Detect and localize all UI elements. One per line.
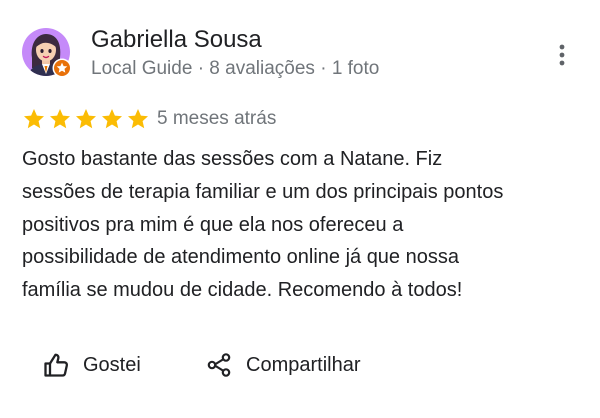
local-guide-label: Local Guide — [91, 58, 193, 79]
reviewer-name[interactable]: Gabriella Sousa — [91, 24, 262, 56]
share-icon — [207, 353, 231, 377]
star-icon — [24, 109, 44, 129]
review-text-line: família se mudou de cidade. Recomendo à … — [22, 279, 463, 302]
meta-separator: · — [197, 58, 205, 79]
review-card: Gabriella Sousa Local Guide · 8 avaliaçõ… — [0, 0, 600, 418]
photo-count: 1 foto — [331, 58, 380, 79]
share-label: Compartilhar — [246, 354, 361, 376]
star-icon — [76, 109, 96, 129]
review-date: 5 meses atrás — [157, 108, 277, 129]
reviewer-meta: Local Guide · 8 avaliações · 1 foto — [91, 55, 379, 83]
like-label: Gostei — [83, 354, 141, 376]
local-guide-badge-icon — [52, 58, 72, 78]
review-text: Gosto bastante das sessões com a Natane.… — [22, 143, 578, 307]
like-button[interactable]: Gostei — [42, 348, 141, 382]
thumb-up-icon — [44, 353, 69, 377]
star-rating — [22, 108, 150, 130]
share-button[interactable]: Compartilhar — [205, 348, 360, 382]
review-text-line: Gosto bastante das sessões com a Natane.… — [22, 148, 443, 170]
star-icon — [102, 109, 122, 129]
review-count: 8 avaliações — [209, 58, 315, 79]
review-text-line: positivos pra mim é que ela nos ofereceu… — [22, 213, 404, 236]
more-vert-icon[interactable] — [551, 40, 573, 70]
meta-separator: · — [320, 58, 327, 79]
review-text-line: possibilidade de atendimento online já q… — [22, 246, 459, 269]
star-icon — [128, 109, 148, 129]
star-icon — [50, 109, 70, 129]
review-text-line: sessões de terapia familiar e um dos pri… — [22, 180, 504, 203]
